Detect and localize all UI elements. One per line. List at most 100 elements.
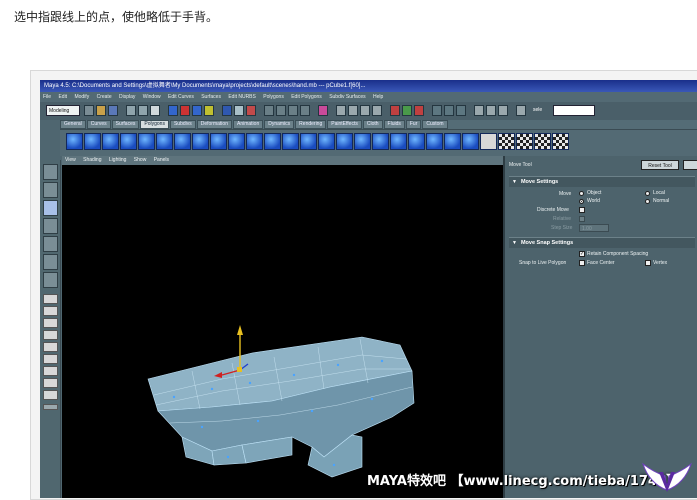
shelf-tab-polygons[interactable]: Polygons <box>140 120 169 129</box>
move-object-radio[interactable] <box>579 191 584 196</box>
poly-plane-icon[interactable] <box>138 133 155 150</box>
poly-extrude-edge-icon[interactable] <box>246 133 263 150</box>
mesh-point[interactable] <box>370 397 374 401</box>
mode-selector[interactable]: Modeling <box>46 105 80 116</box>
vertex-checkbox[interactable] <box>645 260 651 266</box>
poly-append-icon[interactable] <box>372 133 389 150</box>
two-view-layout-icon[interactable] <box>43 318 58 328</box>
mask-uv-icon[interactable] <box>204 105 214 116</box>
checker-map-1-icon[interactable] <box>498 133 515 150</box>
panel-menu-shading[interactable]: Shading <box>83 157 101 163</box>
move-settings-section[interactable]: ▼ Move Settings <box>509 176 695 187</box>
manipulator-y-arrow[interactable] <box>237 325 243 335</box>
checker-map-2-icon[interactable] <box>516 133 533 150</box>
mesh-point[interactable] <box>248 381 252 385</box>
menu-subdiv-surfaces[interactable]: Subdiv Surfaces <box>329 94 365 100</box>
poly-smooth-icon[interactable] <box>210 133 227 150</box>
poly-sphere-icon[interactable] <box>66 133 83 150</box>
render-globals-icon[interactable] <box>372 105 382 116</box>
menu-display[interactable]: Display <box>119 94 135 100</box>
mesh-point[interactable] <box>292 373 296 377</box>
poly-cube-icon[interactable] <box>84 133 101 150</box>
poly-bevel-icon[interactable] <box>300 133 317 150</box>
shelf-tab-curves[interactable]: Curves <box>86 120 111 129</box>
two-view-stacked-layout-icon[interactable] <box>43 330 58 340</box>
shelf-tab-general[interactable]: General <box>60 120 86 129</box>
lasso-tool-icon[interactable] <box>43 182 58 198</box>
mesh-point[interactable] <box>332 463 336 467</box>
mesh-point[interactable] <box>256 419 260 423</box>
mesh-point[interactable] <box>380 359 384 363</box>
open-scene-icon[interactable] <box>96 105 106 116</box>
panel-menu-view[interactable]: View <box>65 157 76 163</box>
move-snap-settings-section[interactable]: ▼ Move Snap Settings <box>509 237 695 248</box>
scale-tool-icon[interactable] <box>43 236 58 252</box>
shelf-tab-fur[interactable]: Fur <box>405 120 422 129</box>
move-world-radio[interactable] <box>579 199 584 204</box>
lock-selection-icon[interactable] <box>234 105 244 116</box>
retain-spacing-checkbox[interactable]: ✓ <box>579 251 585 257</box>
outliner-icon[interactable] <box>444 105 454 116</box>
rotate-tool-icon[interactable] <box>43 218 58 234</box>
menu-window[interactable]: Window <box>143 94 161 100</box>
shelf-tab-fluids[interactable]: Fluids <box>383 120 405 129</box>
move-normal-radio[interactable] <box>645 199 650 204</box>
reset-tool-button[interactable]: Reset Tool <box>641 160 679 170</box>
new-scene-icon[interactable] <box>84 105 94 116</box>
poly-soften-edge-icon[interactable] <box>444 133 461 150</box>
tool-help-button[interactable] <box>683 160 697 170</box>
mesh-point[interactable] <box>210 387 214 391</box>
select-tool-icon[interactable] <box>43 164 58 180</box>
poly-split-icon[interactable] <box>264 133 281 150</box>
menu-edit[interactable]: Edit <box>58 94 67 100</box>
poly-delete-edge-icon[interactable] <box>408 133 425 150</box>
poly-cone-icon[interactable] <box>120 133 137 150</box>
discrete-move-checkbox[interactable] <box>579 207 585 213</box>
snap-grid-icon[interactable] <box>264 105 274 116</box>
select-component-icon[interactable] <box>150 105 160 116</box>
ipr-render-icon[interactable] <box>360 105 370 116</box>
panel-layout-3-icon[interactable] <box>498 105 508 116</box>
snap-view-plane-icon[interactable] <box>300 105 310 116</box>
checker-map-3-icon[interactable] <box>534 133 551 150</box>
move-local-radio[interactable] <box>645 191 650 196</box>
mesh-point[interactable] <box>310 409 314 413</box>
toolbox-more-icon[interactable] <box>43 404 58 410</box>
highlight-selection-icon[interactable] <box>246 105 256 116</box>
last-tool-icon[interactable] <box>43 272 58 288</box>
menu-create[interactable]: Create <box>97 94 112 100</box>
snap-point-icon[interactable] <box>288 105 298 116</box>
mask-misc-icon[interactable] <box>222 105 232 116</box>
menu-edit-polygons[interactable]: Edit Polygons <box>291 94 322 100</box>
select-by-name-field[interactable] <box>553 105 595 116</box>
channel-box-icon[interactable] <box>390 105 400 116</box>
hypershade-layout-icon[interactable] <box>43 390 58 400</box>
panel-menu-show[interactable]: Show <box>134 157 147 163</box>
poly-collapse-icon[interactable] <box>354 133 371 150</box>
panel-layout-2-icon[interactable] <box>486 105 496 116</box>
move-tool-icon[interactable] <box>43 200 58 216</box>
poly-planar-map-icon[interactable] <box>462 133 479 150</box>
mesh-point[interactable] <box>336 363 340 367</box>
single-view-layout-icon[interactable] <box>43 294 58 304</box>
outliner-layout-icon[interactable] <box>43 354 58 364</box>
poly-cylinder-icon[interactable] <box>102 133 119 150</box>
shelf-tab-painteffects[interactable]: PaintEffects <box>327 120 362 129</box>
shelf-tab-subdivs[interactable]: Subdivs <box>169 120 196 129</box>
menu-help[interactable]: Help <box>373 94 383 100</box>
shelf-tab-animation[interactable]: Animation <box>232 120 264 129</box>
checker-map-4-icon[interactable] <box>552 133 569 150</box>
poly-merge-edges-icon[interactable] <box>336 133 353 150</box>
attribute-editor-icon[interactable] <box>402 105 412 116</box>
shelf-tab-cloth[interactable]: Cloth <box>362 120 383 129</box>
perspective-viewport[interactable] <box>62 165 503 498</box>
shelf-tab-surfaces[interactable]: Surfaces <box>111 120 140 129</box>
menu-polygons[interactable]: Polygons <box>263 94 284 100</box>
menu-surfaces[interactable]: Surfaces <box>201 94 221 100</box>
shelf-tab-dynamics[interactable]: Dynamics <box>264 120 295 129</box>
hypergraph-layout-icon[interactable] <box>43 342 58 352</box>
menu-edit-curves[interactable]: Edit Curves <box>168 94 194 100</box>
snap-curve-icon[interactable] <box>276 105 286 116</box>
menu-modify[interactable]: Modify <box>74 94 89 100</box>
panel-menu-lighting[interactable]: Lighting <box>109 157 127 163</box>
